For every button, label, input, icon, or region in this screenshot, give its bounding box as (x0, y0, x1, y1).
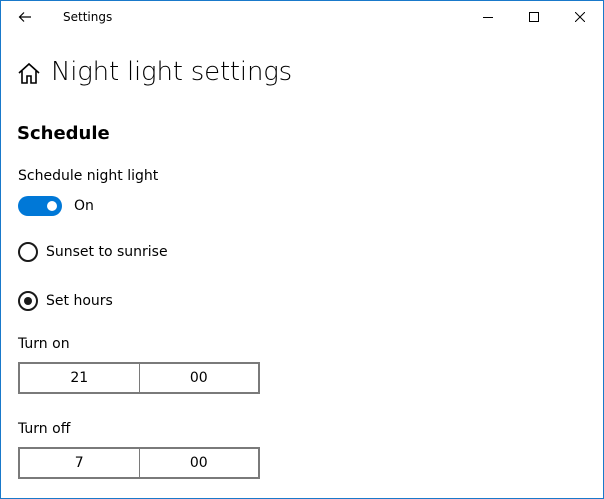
maximize-button[interactable] (511, 1, 557, 33)
section-title-schedule: Schedule (17, 123, 110, 144)
radio-label: Sunset to sunrise (46, 244, 168, 260)
minimize-icon (483, 17, 493, 18)
schedule-night-light-toggle[interactable] (18, 196, 62, 216)
home-icon[interactable] (17, 61, 41, 87)
schedule-night-light-label: Schedule night light (18, 168, 159, 184)
turn-on-label: Turn on (18, 336, 70, 352)
radio-set-hours[interactable]: Set hours (18, 290, 113, 312)
maximize-icon (529, 12, 539, 22)
radio-sunset-to-sunrise[interactable]: Sunset to sunrise (18, 241, 168, 263)
toggle-knob (47, 201, 57, 211)
radio-circle (18, 242, 38, 262)
turn-on-time-picker[interactable]: 21 00 (18, 362, 260, 394)
close-icon (575, 12, 585, 22)
turn-off-label: Turn off (18, 421, 71, 437)
turn-off-minute[interactable]: 00 (138, 449, 259, 477)
turn-off-time-picker[interactable]: 7 00 (18, 447, 260, 479)
back-arrow-icon (18, 12, 31, 22)
title-bar: Settings (1, 1, 603, 33)
turn-on-minute[interactable]: 00 (138, 364, 259, 392)
settings-window: Settings Night light settings Schedule S… (0, 0, 604, 499)
toggle-state-label: On (74, 198, 94, 214)
turn-off-hour[interactable]: 7 (20, 449, 139, 477)
close-button[interactable] (557, 1, 603, 33)
turn-on-hour[interactable]: 21 (20, 364, 139, 392)
app-title: Settings (63, 10, 113, 24)
radio-label: Set hours (46, 293, 113, 309)
back-button[interactable] (1, 1, 49, 33)
minimize-button[interactable] (465, 1, 511, 33)
page-title: Night light settings (51, 57, 292, 87)
radio-circle-checked (18, 291, 38, 311)
